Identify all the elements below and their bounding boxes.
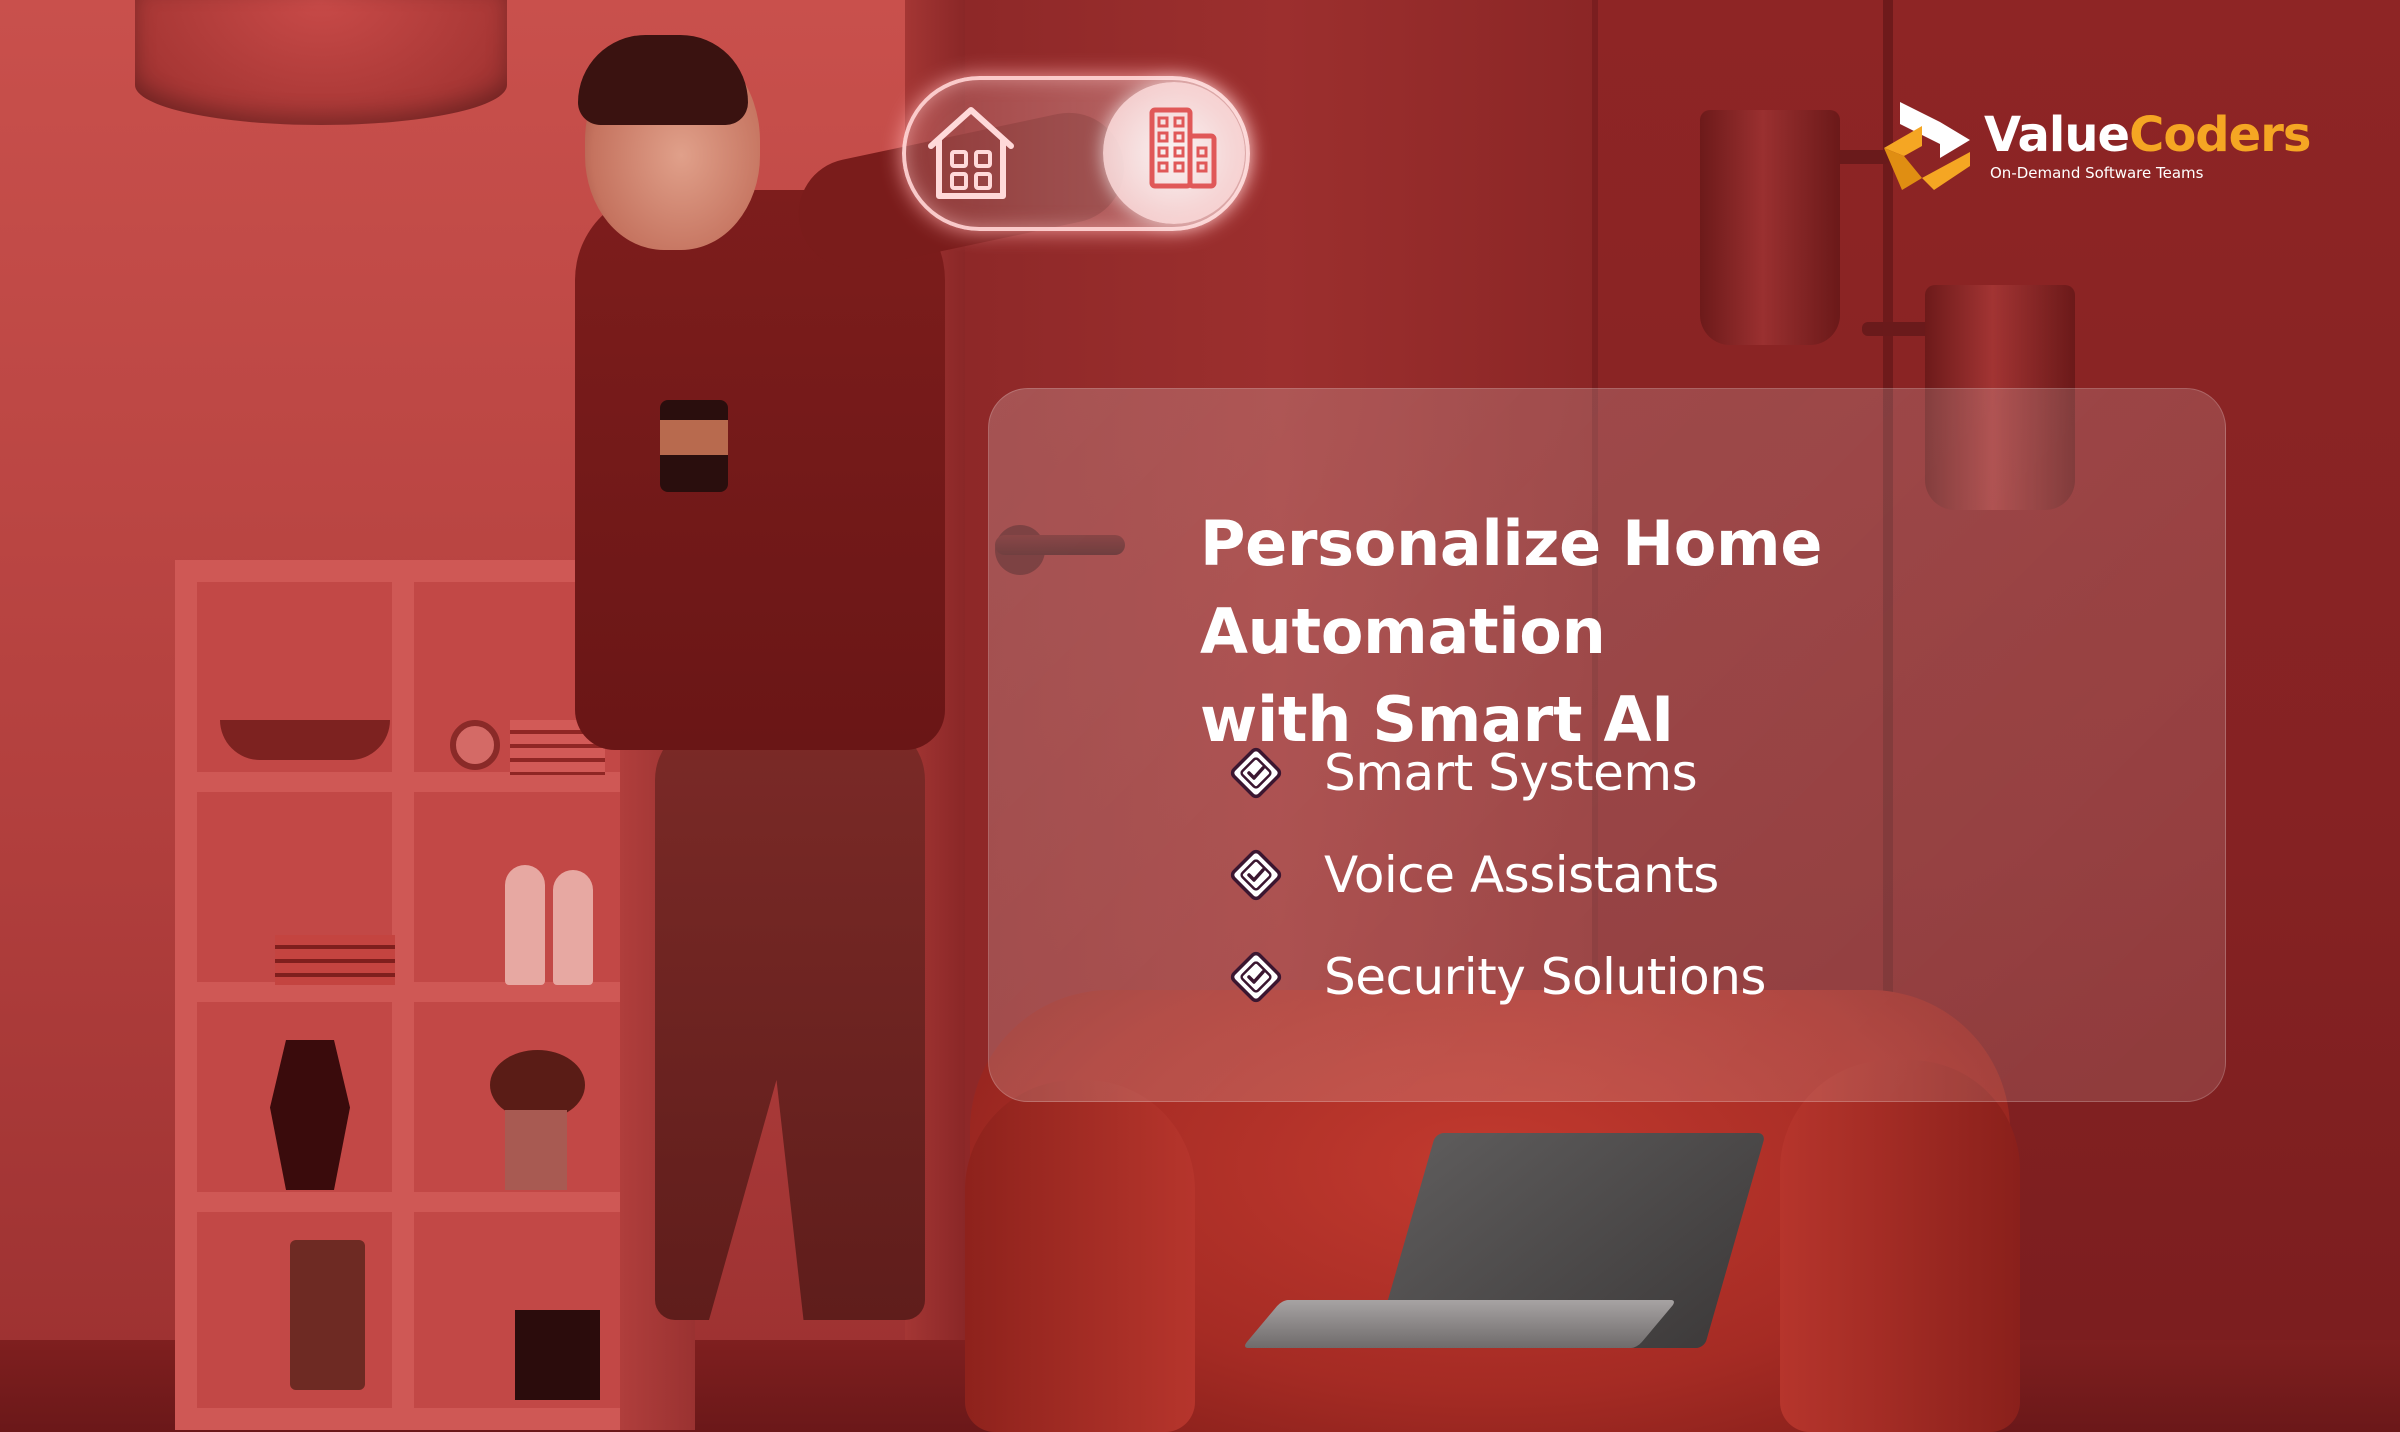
feature-list: Smart Systems Voice Assistants Security … <box>1228 722 1766 1028</box>
brand-tagline: On-Demand Software Teams <box>1990 163 2204 182</box>
hero-title-line1: Personalize Home Automation <box>1200 507 1823 668</box>
vase <box>270 1040 350 1190</box>
plant-pot <box>505 1110 567 1190</box>
feature-label: Smart Systems <box>1324 744 1698 802</box>
shelf-board <box>197 982 638 1002</box>
armchair-right-arm <box>1780 1060 2020 1432</box>
house-icon <box>925 102 1017 202</box>
building-icon <box>1148 106 1218 190</box>
diamond-check-icon <box>1230 747 1282 799</box>
feature-label: Voice Assistants <box>1324 846 1719 904</box>
figurine <box>505 865 545 985</box>
shelf-board <box>197 1192 638 1212</box>
plant-pot <box>290 1240 365 1390</box>
laptop-base <box>1241 1300 1678 1348</box>
box-decor <box>515 1310 600 1400</box>
coffee-cup <box>660 400 728 492</box>
feature-label: Security Solutions <box>1324 948 1766 1006</box>
valuecoders-logo-icon <box>1884 102 1970 190</box>
alarm-clock <box>450 720 500 770</box>
diamond-check-icon <box>1230 849 1282 901</box>
diamond-check-icon <box>1230 951 1282 1003</box>
pendant-lamp <box>135 0 507 125</box>
feature-item-security-solutions: Security Solutions <box>1228 926 1766 1028</box>
brand-logo[interactable]: ValueCoders On-Demand Software Teams <box>1882 100 2311 192</box>
brand-name: ValueCoders <box>1984 111 2311 159</box>
shelf-board <box>197 772 638 792</box>
feature-item-smart-systems: Smart Systems <box>1228 722 1766 824</box>
feature-item-voice-assistants: Voice Assistants <box>1228 824 1766 926</box>
floor-lamp-shade-top <box>1700 110 1840 345</box>
person-shirt <box>575 190 945 750</box>
bowl-decor <box>220 720 390 760</box>
armchair-left-arm <box>965 1080 1195 1432</box>
hero-banner: ValueCoders On-Demand Software Teams Per… <box>0 0 2400 1432</box>
figurine <box>553 870 593 985</box>
book-stack <box>275 935 395 985</box>
brand-name-part1: Value <box>1984 106 2130 163</box>
brand-name-part2: Coders <box>2129 106 2311 163</box>
